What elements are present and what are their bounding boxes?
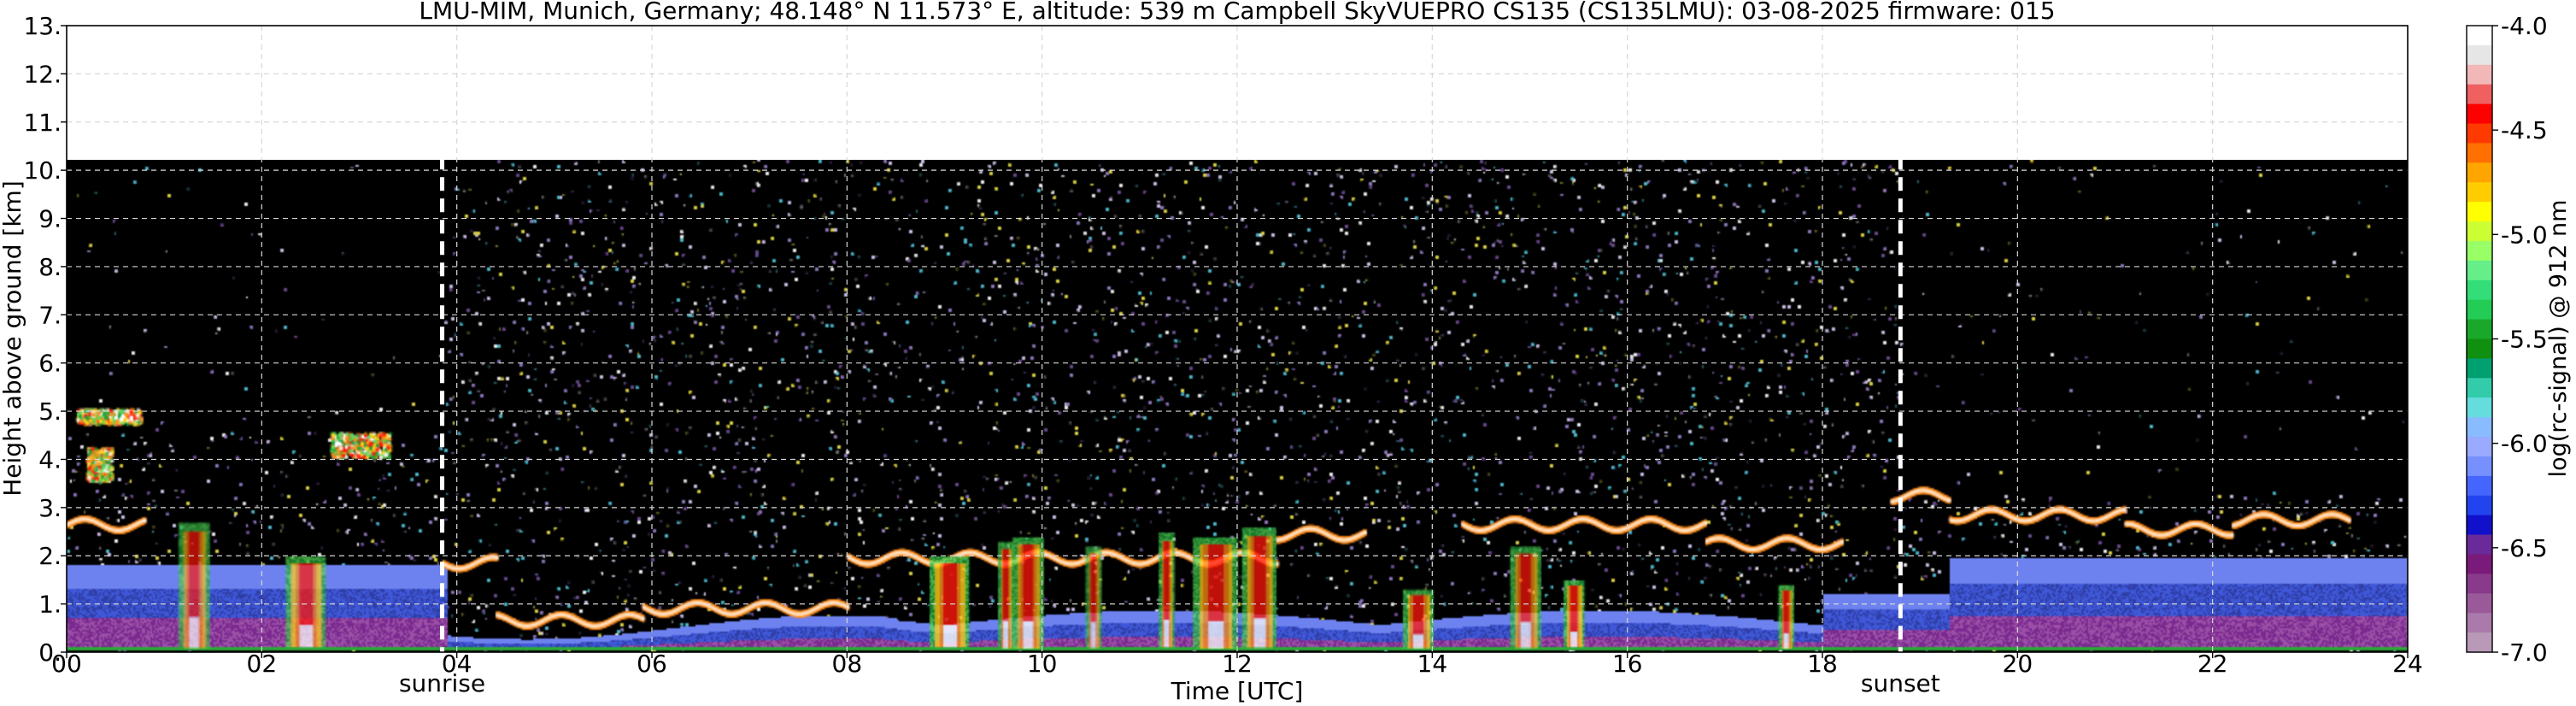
colorbar-cell <box>2467 456 2492 477</box>
x-tick-label: 14 <box>1417 650 1448 678</box>
y-tick-label: 1. <box>38 591 62 619</box>
y-tick-label: 9. <box>38 205 62 233</box>
colorbar-cell <box>2467 515 2492 536</box>
colorbar-cell <box>2467 319 2492 340</box>
y-tick-label: 6. <box>38 350 62 378</box>
colorbar-tick-label: -5.0 <box>2501 221 2548 249</box>
colorbar-cell <box>2467 475 2492 497</box>
colorbar-cell <box>2467 123 2492 144</box>
colorbar-cell <box>2467 338 2492 360</box>
colorbar-cell <box>2467 378 2492 398</box>
x-tick-label: 24 <box>2392 650 2423 678</box>
plot-area <box>66 25 2409 653</box>
y-tick-label: 11. <box>23 109 62 137</box>
x-tick-label: 10 <box>1027 650 1058 678</box>
annotation-sunset: sunset <box>1861 669 1940 697</box>
colorbar-tick-label: -6.5 <box>2501 534 2548 562</box>
colorbar-cell <box>2467 358 2492 379</box>
colorbar-cell <box>2467 84 2492 105</box>
annotations: sunrise sunset <box>399 669 1940 697</box>
y-tick-label: 3. <box>38 494 62 522</box>
colorbar-ticks: -4.0 -4.5 -5.0 -5.5 -6.0 -6.5 -7.0 <box>2492 12 2548 667</box>
colorbar-label: log(rc-signal) @ 912 nm <box>2545 200 2572 478</box>
colorbar-cell <box>2467 437 2492 457</box>
y-axis-label: Height above ground [km] <box>0 180 26 497</box>
colorbar-cell <box>2467 143 2492 163</box>
y-tick-label: 13. <box>23 12 62 40</box>
x-tick-label: 02 <box>247 650 278 678</box>
colorbar-cell <box>2467 534 2492 556</box>
colorbar-tick-label: -4.0 <box>2501 12 2548 40</box>
colorbar-tick-label: -6.0 <box>2501 430 2548 458</box>
colorbar-cell <box>2467 221 2492 242</box>
colorbar-cell <box>2467 632 2492 653</box>
colorbar-cell <box>2467 260 2492 281</box>
y-tick-label: 7. <box>38 301 62 329</box>
ceilometer-figure: 0.1.2.3.4.5.6.7.8.9.10.11.12.13. 00 02 04 0… <box>0 0 2572 705</box>
colorbar-cell <box>2467 44 2492 66</box>
colorbar-cell <box>2467 613 2492 633</box>
chart-title: LMU-MIM, Munich, Germany; 48.148° N 11.5… <box>419 0 2055 25</box>
colorbar-cell <box>2467 279 2492 301</box>
y-tick-label: 2. <box>38 542 62 570</box>
x-tick-label: 22 <box>2198 650 2228 678</box>
colorbar-tick-label: -4.5 <box>2501 116 2548 144</box>
colorbar-cell <box>2467 495 2492 516</box>
colorbar-cell <box>2467 299 2492 321</box>
x-tick-label: 18 <box>1807 650 1838 678</box>
colorbar-cell <box>2467 182 2492 203</box>
y-tick-label: 4. <box>38 445 62 474</box>
x-axis-label: Time [UTC] <box>1171 677 1304 705</box>
x-tick-label: 00 <box>51 650 82 678</box>
colorbar-cell <box>2467 64 2492 85</box>
colorbar-tick-label: -5.5 <box>2501 326 2548 354</box>
y-tick-label: 10. <box>23 156 62 185</box>
colorbar-cell <box>2467 162 2492 183</box>
colorbar-tick-label: -7.0 <box>2501 638 2548 667</box>
y-tick-label: 5. <box>38 397 62 426</box>
annotation-sunrise: sunrise <box>399 669 485 697</box>
x-tick-label: 12 <box>1222 650 1253 678</box>
colorbar-cell <box>2467 26 2492 46</box>
colorbar-cell <box>2467 240 2492 262</box>
y-tick-label: 8. <box>38 253 62 281</box>
colorbar-cell <box>2467 417 2492 438</box>
x-tick-label: 20 <box>2003 650 2033 678</box>
colorbar-cell <box>2467 574 2492 594</box>
colorbar-cells <box>2467 26 2492 653</box>
y-axis: 0.1.2.3.4.5.6.7.8.9.10.11.12.13. <box>23 12 67 667</box>
colorbar-cell <box>2467 103 2492 125</box>
colorbar-cell <box>2467 397 2492 418</box>
x-tick-label: 16 <box>1612 650 1643 678</box>
colorbar-cell <box>2467 554 2492 574</box>
x-tick-label: 06 <box>637 650 667 678</box>
x-tick-label: 08 <box>832 650 863 678</box>
colorbar-cell <box>2467 593 2492 614</box>
colorbar-cell <box>2467 202 2492 222</box>
colorbar: -4.0 -4.5 -5.0 -5.5 -6.0 -6.5 -7.0 log(rc-sign… <box>2466 12 2572 667</box>
y-tick-label: 12. <box>23 60 62 88</box>
